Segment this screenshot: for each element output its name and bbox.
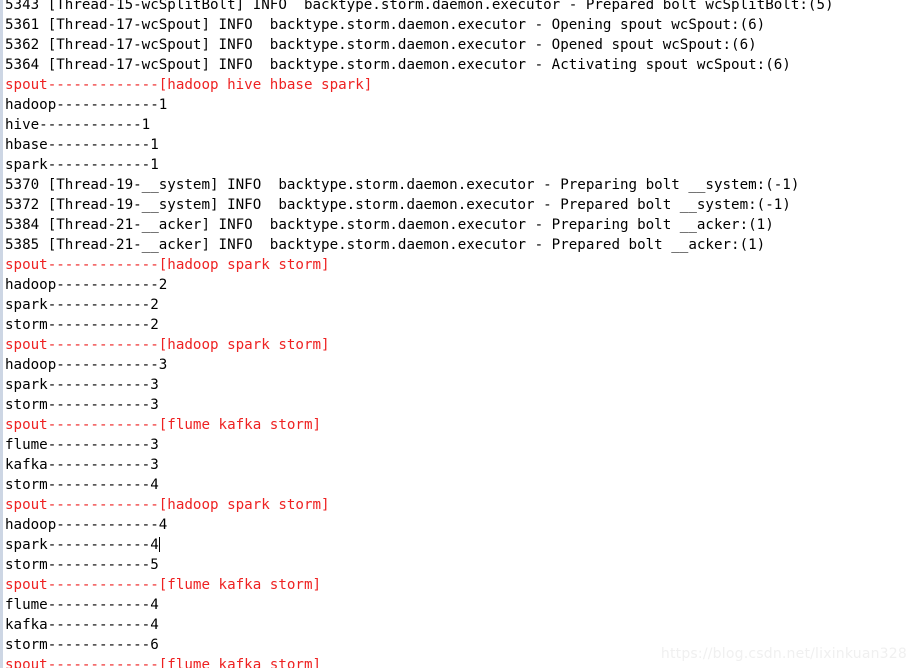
console-line-text: 5370 [Thread-19-__system] INFO backtype.…: [5, 177, 800, 193]
console-line: 5343 [Thread-15-wcSplitBolt] INFO backty…: [5, 0, 834, 15]
console-line-text: storm------------5: [5, 557, 159, 573]
console-line-text: storm------------3: [5, 397, 159, 413]
console-line: kafka------------4: [5, 615, 834, 635]
console-line: storm------------5: [5, 555, 834, 575]
console-line-text: storm------------2: [5, 317, 159, 333]
console-line: spark------------3: [5, 375, 834, 395]
console-line: storm------------4: [5, 475, 834, 495]
console-line-text: hbase------------1: [5, 137, 159, 153]
console-line: hive------------1: [5, 115, 834, 135]
console-line-text: 5385 [Thread-21-__acker] INFO backtype.s…: [5, 237, 766, 253]
console-line-text: flume------------4: [5, 597, 159, 613]
console-line: spark------------2: [5, 295, 834, 315]
console-line: flume------------4: [5, 595, 834, 615]
console-line: flume------------3: [5, 435, 834, 455]
console-line-text: 5362 [Thread-17-wcSpout] INFO backtype.s…: [5, 37, 757, 53]
console-line-text: spout-------------[hadoop hive hbase spa…: [5, 77, 373, 93]
console-line-text: spark------------2: [5, 297, 159, 313]
console-line: hadoop------------4: [5, 515, 834, 535]
console-line-text: spout-------------[flume kafka storm]: [5, 417, 322, 433]
console-line-text: hive------------1: [5, 117, 151, 133]
console-line: 5384 [Thread-21-__acker] INFO backtype.s…: [5, 215, 834, 235]
console-line-highlight: spout-------------[hadoop spark storm]: [5, 335, 834, 355]
console-line: spark------------1: [5, 155, 834, 175]
console-line-text: 5364 [Thread-17-wcSpout] INFO backtype.s…: [5, 57, 791, 73]
console-line-text: hadoop------------1: [5, 97, 168, 113]
console-line: 5362 [Thread-17-wcSpout] INFO backtype.s…: [5, 35, 834, 55]
console-line-text: spark------------4: [5, 537, 159, 553]
console-line-text: kafka------------4: [5, 617, 159, 633]
console-line: hadoop------------2: [5, 275, 834, 295]
console-line-text: kafka------------3: [5, 457, 159, 473]
console-line-text: spout-------------[hadoop spark storm]: [5, 257, 330, 273]
console-output-panel[interactable]: 5343 [Thread-15-wcSplitBolt] INFO backty…: [0, 0, 915, 668]
console-line-text: spout-------------[hadoop spark storm]: [5, 497, 330, 513]
console-line-highlight: spout-------------[hadoop hive hbase spa…: [5, 75, 834, 95]
console-line: 5361 [Thread-17-wcSpout] INFO backtype.s…: [5, 15, 834, 35]
console-line-text: hadoop------------3: [5, 357, 168, 373]
console-line-text: hadoop------------2: [5, 277, 168, 293]
console-line: 5370 [Thread-19-__system] INFO backtype.…: [5, 175, 834, 195]
console-line-highlight: spout-------------[hadoop spark storm]: [5, 495, 834, 515]
console-line-text: 5343 [Thread-15-wcSplitBolt] INFO backty…: [5, 0, 834, 13]
console-line-text: spout-------------[hadoop spark storm]: [5, 337, 330, 353]
console-line-text: spout-------------[flume kafka storm]: [5, 657, 322, 668]
console-line: storm------------2: [5, 315, 834, 335]
console-line: hadoop------------3: [5, 355, 834, 375]
console-line: hbase------------1: [5, 135, 834, 155]
console-line: spark------------4: [5, 535, 834, 555]
console-line: kafka------------3: [5, 455, 834, 475]
console-line: hadoop------------1: [5, 95, 834, 115]
console-line-text: storm------------4: [5, 477, 159, 493]
text-caret: [158, 537, 160, 552]
console-line-highlight: spout-------------[flume kafka storm]: [5, 415, 834, 435]
console-line-highlight: spout-------------[hadoop spark storm]: [5, 255, 834, 275]
console-line: 5372 [Thread-19-__system] INFO backtype.…: [5, 195, 834, 215]
console-line: 5385 [Thread-21-__acker] INFO backtype.s…: [5, 235, 834, 255]
console-line: 5364 [Thread-17-wcSpout] INFO backtype.s…: [5, 55, 834, 75]
watermark-text: https://blog.csdn.net/lixinkuan328: [660, 646, 907, 662]
console-line-highlight: spout-------------[flume kafka storm]: [5, 575, 834, 595]
console-line: storm------------3: [5, 395, 834, 415]
console-line-text: 5372 [Thread-19-__system] INFO backtype.…: [5, 197, 791, 213]
console-line-text: storm------------6: [5, 637, 159, 653]
console-line-text: spark------------3: [5, 377, 159, 393]
console-line-text: hadoop------------4: [5, 517, 168, 533]
console-line-list: 5343 [Thread-15-wcSplitBolt] INFO backty…: [5, 0, 834, 668]
console-line-text: 5361 [Thread-17-wcSpout] INFO backtype.s…: [5, 17, 766, 33]
console-line-text: spark------------1: [5, 157, 159, 173]
console-line-text: 5384 [Thread-21-__acker] INFO backtype.s…: [5, 217, 774, 233]
console-line-text: flume------------3: [5, 437, 159, 453]
console-line-text: spout-------------[flume kafka storm]: [5, 577, 322, 593]
